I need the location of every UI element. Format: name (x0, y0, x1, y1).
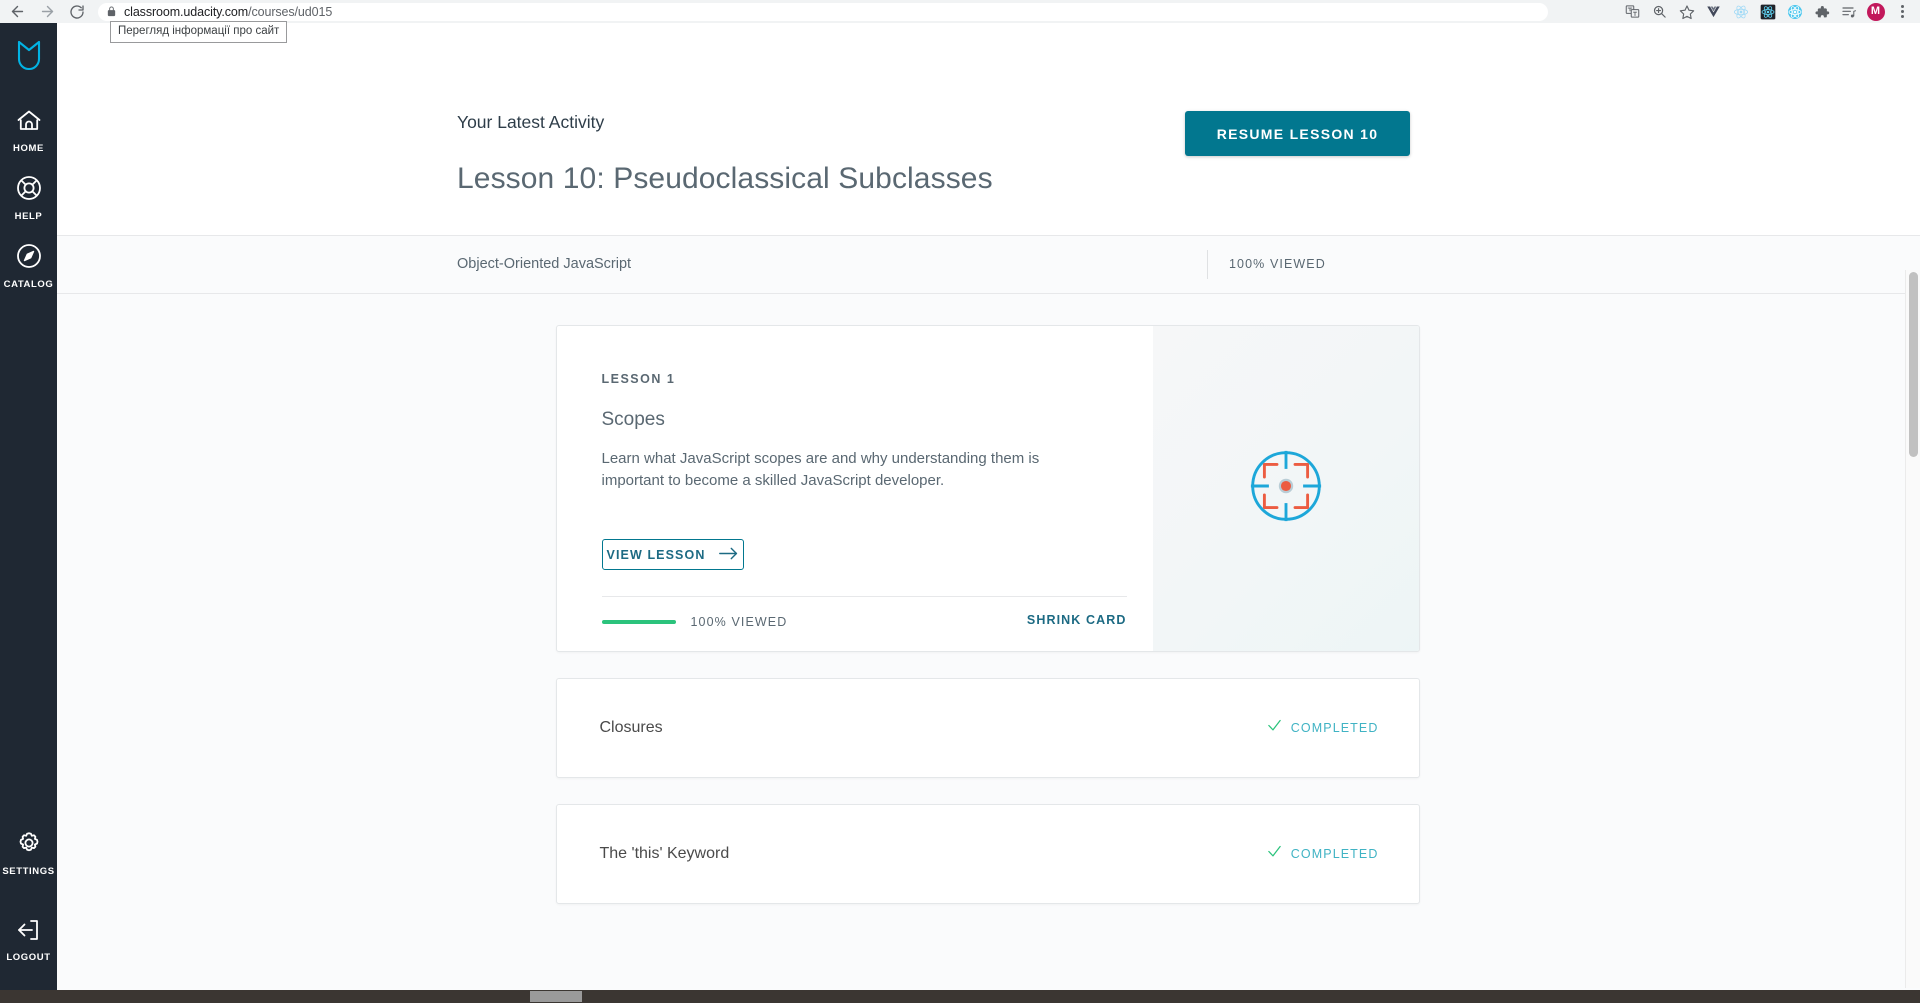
sidebar-item-settings[interactable]: SETTINGS (0, 819, 57, 887)
view-lesson-button[interactable]: VIEW LESSON (601, 539, 744, 570)
lesson-illustration-panel (1152, 326, 1419, 651)
course-name: Object-Oriented JavaScript (457, 256, 632, 272)
vertical-scrollbar-thumb[interactable] (1909, 272, 1918, 457)
lesson-card-body: LESSON 1 Scopes Learn what JavaScript sc… (557, 326, 1153, 651)
status-badge: COMPLETED (1267, 844, 1379, 864)
resume-lesson-button[interactable]: RESUME LESSON 10 (1185, 111, 1410, 156)
sidebar-item-logout[interactable]: LOGOUT (0, 907, 57, 973)
list-item[interactable]: The 'this' Keyword COMPLETED (555, 804, 1420, 904)
avatar-initial: M (1866, 2, 1885, 21)
page-title: Lesson 10: Pseudoclassical Subclasses (457, 162, 993, 195)
lesson-number: LESSON 1 (601, 372, 676, 386)
sidebar-item-help[interactable]: HELP (0, 164, 57, 232)
lesson-row-title: Closures (599, 719, 663, 736)
horizontal-scrollbar-thumb[interactable] (530, 991, 582, 1002)
latest-activity-header: Your Latest Activity Lesson 10: Pseudocl… (57, 23, 1920, 236)
react-devtools-dark-icon[interactable] (1754, 1, 1781, 23)
reading-list-icon[interactable] (1835, 1, 1862, 23)
lesson-description: Learn what JavaScript scopes are and why… (601, 450, 1040, 489)
zoom-search-icon[interactable] (1646, 1, 1673, 23)
status-label: COMPLETED (1290, 847, 1379, 861)
vue-devtools-icon[interactable] (1700, 1, 1727, 23)
atom-extension-icon[interactable] (1781, 1, 1808, 23)
arrow-right-icon (719, 547, 738, 563)
translate-icon[interactable] (1619, 1, 1646, 23)
vertical-scrollbar[interactable] (1905, 270, 1920, 988)
address-bar[interactable]: classroom.udacity.com/courses/ud015 (98, 2, 1548, 21)
sidebar-item-label-home: HOME (13, 143, 44, 154)
screen: classroom.udacity.com/courses/ud015 M Пе… (0, 0, 1920, 1003)
shrink-card-link[interactable]: SHRINK CARD (1027, 613, 1127, 627)
horizontal-scrollbar[interactable] (0, 990, 1920, 1003)
url-domain: classroom.udacity.com (124, 4, 249, 19)
progress-bar (601, 620, 676, 624)
sidebar-item-home[interactable]: HOME (0, 98, 57, 164)
sidebar: HOME HELP CATALOG SETTINGS LOGOUT (0, 23, 57, 1003)
page-content: Your Latest Activity Lesson 10: Pseudocl… (57, 23, 1920, 1003)
sidebar-bottom-group: SETTINGS LOGOUT (0, 819, 57, 973)
avatar[interactable]: M (1862, 1, 1889, 23)
forward-arrow-icon[interactable] (32, 1, 62, 23)
gear-icon (16, 830, 42, 861)
progress-label: 100% VIEWED (690, 615, 788, 629)
divider (601, 596, 1127, 597)
view-lesson-label: VIEW LESSON (606, 547, 706, 562)
lesson-card-expanded[interactable]: LESSON 1 Scopes Learn what JavaScript sc… (555, 325, 1420, 652)
target-crosshair-icon (1241, 441, 1331, 536)
check-icon (1267, 844, 1282, 864)
compass-icon (16, 243, 42, 274)
sidebar-item-label-settings: SETTINGS (2, 866, 55, 877)
reload-icon[interactable] (62, 1, 92, 23)
course-summary-bar: Object-Oriented JavaScript 100% VIEWED (57, 236, 1920, 294)
status-badge: COMPLETED (1267, 718, 1379, 738)
lesson-title: Scopes (601, 409, 665, 430)
url-path: /courses/ud015 (248, 4, 333, 19)
sidebar-item-label-logout: LOGOUT (6, 952, 51, 963)
lesson-list: LESSON 1 Scopes Learn what JavaScript sc… (57, 294, 1920, 1003)
kebab-menu-icon[interactable] (1889, 1, 1916, 23)
logout-icon (16, 918, 42, 947)
lesson-progress-row: 100% VIEWED SHRINK CARD (601, 613, 1127, 629)
activity-label: Your Latest Activity (457, 112, 605, 132)
sidebar-item-label-help: HELP (14, 211, 43, 222)
site-info-tooltip: Перегляд інформації про сайт (110, 21, 288, 43)
lesson-row-title: The 'this' Keyword (599, 845, 730, 862)
navigation-buttons (0, 1, 92, 23)
back-arrow-icon[interactable] (2, 1, 32, 23)
sidebar-item-catalog[interactable]: CATALOG (0, 232, 57, 300)
home-icon (16, 109, 42, 138)
status-label: COMPLETED (1290, 721, 1379, 735)
divider (1207, 250, 1208, 279)
lock-icon[interactable] (106, 6, 117, 17)
life-preserver-icon (16, 175, 42, 206)
react-devtools-icon[interactable] (1727, 1, 1754, 23)
browser-toolbar: classroom.udacity.com/courses/ud015 M (0, 0, 1920, 23)
sidebar-item-label-catalog: CATALOG (3, 279, 54, 290)
browser-extension-icons: M (1619, 0, 1920, 23)
udacity-logo[interactable] (15, 39, 43, 76)
bookmark-star-icon[interactable] (1673, 1, 1700, 23)
url-text: classroom.udacity.com/courses/ud015 (124, 3, 332, 21)
list-item[interactable]: Closures COMPLETED (555, 678, 1420, 778)
extensions-puzzle-icon[interactable] (1808, 1, 1835, 23)
course-viewed-status: 100% VIEWED (1229, 257, 1326, 271)
check-icon (1267, 718, 1282, 738)
